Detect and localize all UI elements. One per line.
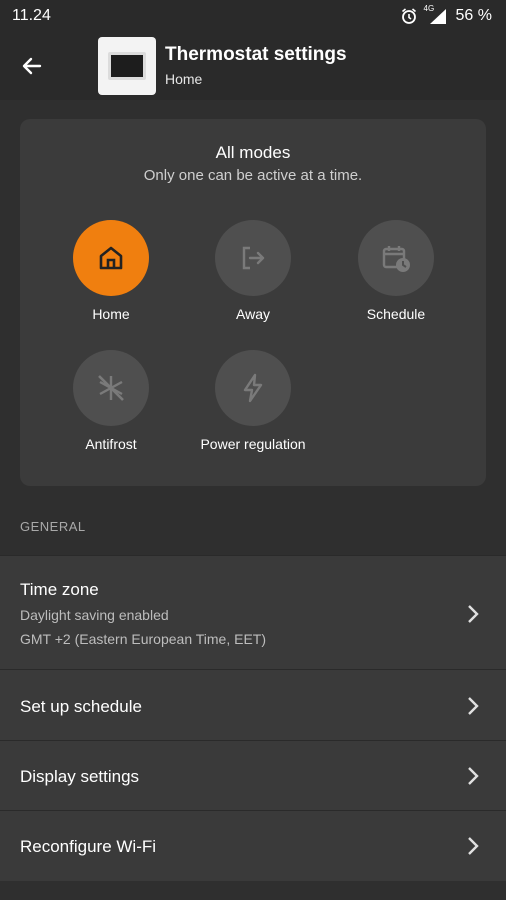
chevron-right-icon: [468, 605, 479, 623]
reconfigure-wifi-row[interactable]: Reconfigure Wi-Fi: [0, 810, 506, 881]
chevron-right-icon: [468, 837, 479, 855]
mode-antifrost[interactable]: Antifrost: [36, 350, 186, 452]
schedule-icon: [382, 246, 410, 272]
alarm-icon: [400, 7, 418, 25]
app-bar: Thermostat settings Home: [0, 32, 506, 100]
mode-label: Antifrost: [85, 436, 137, 452]
time-zone-title: Time zone: [20, 580, 99, 599]
section-general-label: GENERAL: [20, 519, 86, 534]
antifrost-icon: [98, 375, 124, 401]
home-icon: [99, 246, 123, 270]
arrow-left-icon: [22, 57, 42, 75]
mode-away-circle[interactable]: [215, 220, 291, 296]
power-regulation-icon: [243, 373, 263, 403]
set-up-schedule-row[interactable]: Set up schedule: [0, 669, 506, 740]
mode-label: Away: [236, 306, 270, 322]
chevron-right-icon: [468, 767, 479, 785]
modes-title: All modes: [215, 143, 291, 162]
device-image: [98, 37, 156, 95]
page-title: Thermostat settings: [165, 44, 347, 65]
mode-power-regulation[interactable]: Power regulation: [178, 350, 328, 452]
status-icons: 4G 56 %: [400, 4, 492, 25]
time-zone-dst: Daylight saving enabled: [20, 607, 169, 623]
mode-label: Power regulation: [200, 436, 306, 452]
display-settings-row[interactable]: Display settings: [0, 740, 506, 810]
mode-label: Schedule: [366, 306, 426, 322]
time-zone-value: GMT +2 (Eastern European Time, EET): [20, 631, 267, 647]
time-zone-row[interactable]: Time zone Daylight saving enabled GMT +2…: [0, 555, 506, 669]
mode-antifrost-circle[interactable]: [73, 350, 149, 426]
mode-home[interactable]: Home: [36, 220, 186, 322]
chevron-right-icon: [468, 697, 479, 715]
network-type: 4G: [423, 4, 435, 13]
battery-level: 56 %: [455, 7, 492, 24]
modes-subtitle: Only one can be active at a time.: [143, 167, 363, 184]
mode-power-regulation-circle[interactable]: [215, 350, 291, 426]
status-bar: 11.24 4G 56 %: [0, 0, 506, 32]
page-subtitle: Home: [165, 71, 203, 87]
reconfigure-wifi-title: Reconfigure Wi-Fi: [20, 837, 157, 856]
device-screen: [108, 52, 146, 80]
mode-schedule[interactable]: Schedule: [321, 220, 471, 322]
mode-label: Home: [92, 306, 130, 322]
away-icon: [242, 246, 265, 270]
display-settings-title: Display settings: [20, 767, 140, 786]
modes-card: All modes Only one can be active at a ti…: [20, 119, 486, 486]
mode-away[interactable]: Away: [178, 220, 328, 322]
mode-schedule-circle[interactable]: [358, 220, 434, 296]
signal-icon: 4G: [423, 4, 448, 25]
status-time: 11.24: [12, 7, 51, 24]
back-button[interactable]: [18, 52, 46, 80]
set-up-schedule-title: Set up schedule: [20, 697, 142, 716]
mode-home-circle[interactable]: [73, 220, 149, 296]
